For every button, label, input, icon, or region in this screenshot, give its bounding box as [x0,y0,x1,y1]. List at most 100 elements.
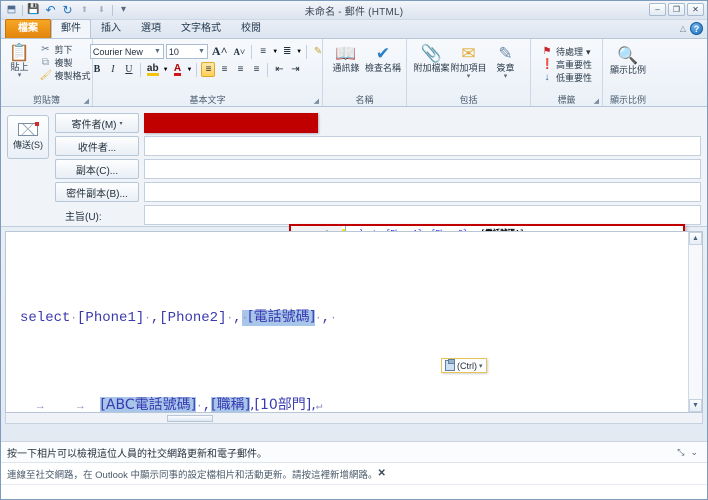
tab-message[interactable]: 郵件 [51,19,91,38]
address-book-button[interactable]: 📖 通訊錄 [329,44,363,74]
tab-mark: → [36,401,44,412]
bcc-input[interactable] [144,182,701,202]
previous-item-icon[interactable]: ⬆ [77,3,92,18]
cc-input[interactable] [144,159,701,179]
align-center-button[interactable]: ≡ [217,62,231,77]
message-body-text[interactable]: select·[Phone1]·,[Phone2]·,·[電話號碼]·,· → … [6,232,688,412]
highlight-dropdown-icon[interactable]: ▼ [163,67,169,73]
shrink-font-button[interactable]: A˅ [232,44,248,59]
follow-up-dropdown-arrow[interactable]: ▾ [586,46,591,58]
customize-qat-icon[interactable]: ▾ [116,3,131,18]
save-as-icon[interactable]: ⬒ [4,3,19,18]
to-button[interactable]: 收件者... [55,136,139,156]
collapse-ribbon-icon[interactable]: △ [680,24,686,33]
next-item-icon[interactable]: ⬇ [94,3,109,18]
copy-label: 複製 [54,58,73,68]
redo-icon[interactable]: ↻ [60,3,75,18]
bcc-button[interactable]: 密件副本(B)... [55,182,139,202]
font-name-combo[interactable]: Courier New ▼ [89,44,164,59]
font-name-value: Courier New [92,46,143,57]
undo-icon[interactable]: ↶ [43,3,58,18]
save-icon[interactable]: 💾 [26,3,41,18]
clipboard-dialog-launcher[interactable]: ◢ [84,97,89,105]
low-importance-button[interactable]: ↓ 低重要性 [541,72,592,84]
paste-dropdown-arrow[interactable]: ▾ [18,72,22,79]
tab-file[interactable]: 檔案 [5,19,51,38]
bold-button[interactable]: B [90,62,104,77]
zoom-button[interactable]: 🔍 顯示比例 [606,46,650,76]
cut-button[interactable]: ✂ 剪下 [40,44,91,56]
from-input[interactable] [144,113,318,133]
underline-button[interactable]: U [122,62,136,77]
follow-up-button[interactable]: ⚑ 待處理 ▾ [541,46,592,58]
window-controls[interactable]: – ❐ ✕ [649,3,704,16]
body-token-selected: [職稱] [211,397,251,412]
align-left-button[interactable]: ≡ [201,62,216,77]
low-importance-label: 低重要性 [555,73,592,83]
numbering-dropdown-icon[interactable]: ▼ [296,49,302,55]
basic-text-dialog-launcher[interactable]: ◢ [314,97,319,105]
people-pane-expand-icon[interactable]: ⤡ [674,447,687,458]
chevron-down-icon-from[interactable]: ▾ [119,120,122,127]
check-names-button[interactable]: ✔ 檢查名稱 [365,44,401,74]
horizontal-scroll-thumb[interactable] [167,414,213,422]
ribbon-tab-strip[interactable]: 檔案 郵件 插入 選項 文字格式 校閱 △ ? [1,19,707,39]
status-filler [1,484,707,499]
restore-button[interactable]: ❐ [668,3,685,16]
text-highlight-color-button[interactable]: ab [145,62,161,77]
attach-item-button[interactable]: ✉ 附加項目 ▾ [451,44,487,80]
to-input[interactable] [144,136,701,156]
chevron-down-icon[interactable]: ▼ [154,48,161,55]
tab-insert[interactable]: 插入 [91,19,131,38]
address-book-icon: 📖 [335,44,357,63]
high-importance-button[interactable]: ❗ 高重要性 [541,59,592,71]
italic-button[interactable]: I [106,62,120,77]
tags-dialog-launcher[interactable]: ◢ [594,97,599,105]
include-group-label: 包括 [459,95,478,105]
tab-format-text[interactable]: 文字格式 [171,19,231,38]
ribbon-help-controls[interactable]: △ ? [680,22,703,35]
copy-button[interactable]: ⧉ 複製 [40,57,91,69]
scroll-down-button[interactable]: ▼ [689,399,702,412]
bullets-dropdown-icon[interactable]: ▼ [272,49,278,55]
increase-indent-button[interactable]: ⇥ [288,62,302,77]
cc-button[interactable]: 副本(C)... [55,159,139,179]
body-horizontal-scrollbar[interactable] [5,413,703,424]
tab-review[interactable]: 校閱 [231,19,271,38]
justify-button[interactable]: ≡ [249,62,263,77]
zoom-label: 顯示比例 [609,65,646,75]
social-connector-message[interactable]: 連線至社交網路，在 Outlook 中顯示同事的設定檔相片和活動更新。請按這裡新… [7,467,378,481]
grow-font-button[interactable]: A^ [210,44,230,59]
from-button[interactable]: 寄件者(M) ▾ [55,113,139,133]
bullets-button[interactable]: ≡ [256,44,270,59]
signature-dropdown-arrow[interactable]: ▾ [504,73,508,80]
paste-button[interactable]: 📋 貼上 ▾ [3,43,37,79]
attach-item-dropdown-arrow[interactable]: ▾ [467,73,471,80]
body-vertical-scrollbar[interactable]: ▲ ▼ [688,232,702,412]
paste-options-button[interactable]: (Ctrl) ▾ [441,358,487,373]
subject-input[interactable] [144,205,701,225]
chevron-down-icon-2[interactable]: ▼ [198,48,205,55]
send-button[interactable]: 傳送(S) [7,115,49,159]
align-right-button[interactable]: ≡ [233,62,247,77]
font-size-combo[interactable]: 10 ▼ [165,44,208,59]
scroll-up-button[interactable]: ▲ [689,232,702,245]
attach-file-button[interactable]: 📎 附加檔案 [414,44,450,74]
format-painter-button[interactable]: 🖌 複製格式 [40,70,91,82]
signature-button[interactable]: ✎ 簽章 ▾ [489,44,523,80]
close-icon[interactable]: ✕ [378,468,386,479]
close-button[interactable]: ✕ [687,3,704,16]
quick-access-toolbar[interactable]: ⬒ 💾 ↶ ↻ ⬆ ⬇ ▾ [1,3,131,18]
tab-options[interactable]: 選項 [131,19,171,38]
font-color-dropdown-icon[interactable]: ▼ [187,67,193,73]
numbering-button[interactable]: ≣ [280,44,294,59]
format-painter-label: 複製格式 [54,71,91,81]
minimize-button[interactable]: – [649,3,666,16]
body-line: → → [ABC電話號碼]·,[職稱],[10部門],↵ [20,394,684,412]
help-icon[interactable]: ? [690,22,703,35]
people-pane-collapse-icon[interactable]: ⌄ [687,447,701,458]
paste-options-dropdown-arrow[interactable]: ▾ [479,362,483,370]
scroll-track[interactable] [689,245,702,399]
font-color-button[interactable]: A [171,62,185,77]
decrease-indent-button[interactable]: ⇤ [272,62,286,77]
